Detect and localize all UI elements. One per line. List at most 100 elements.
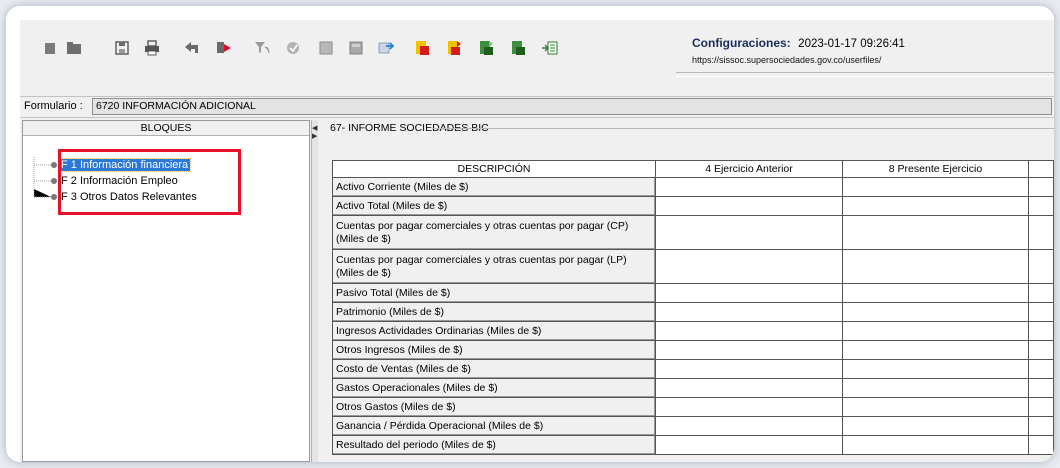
cell-presente-ejercicio[interactable]: [842, 177, 1029, 197]
column-header-descripcion: DESCRIPCIÓN: [332, 160, 656, 178]
row-description: Otros Ingresos (Miles de $): [332, 340, 656, 360]
row-description: Otros Gastos (Miles de $): [332, 397, 656, 417]
cell-spacer: [1028, 283, 1054, 303]
forward-icon[interactable]: [214, 38, 234, 58]
column-header-ejercicio-anterior: 4 Ejercicio Anterior: [655, 160, 843, 178]
table-row: Ingresos Actividades Ordinarias (Miles d…: [332, 321, 1054, 341]
table-row: Resultado del periodo (Miles de $): [332, 435, 1054, 455]
table-icon[interactable]: [346, 38, 366, 58]
config-url: https://sissoc.supersociedades.gov.co/us…: [692, 55, 882, 65]
column-header-spacer: [1028, 160, 1054, 178]
cell-spacer: [1028, 249, 1054, 284]
check-icon[interactable]: [284, 38, 304, 58]
row-description: Ganancia / Pérdida Operacional (Miles de…: [332, 416, 656, 436]
cell-presente-ejercicio[interactable]: [842, 359, 1029, 379]
export-red-icon[interactable]: [412, 38, 432, 58]
table-row: Activo Corriente (Miles de $): [332, 177, 1054, 197]
cell-ejercicio-anterior[interactable]: [655, 215, 843, 250]
toolbar: Configuraciones: 2023-01-17 09:26:41 htt…: [20, 20, 1054, 90]
cell-ejercicio-anterior[interactable]: [655, 249, 843, 284]
cell-spacer: [1028, 416, 1054, 436]
cell-ejercicio-anterior[interactable]: [655, 435, 843, 455]
table-row: Otros Ingresos (Miles de $): [332, 340, 1054, 360]
row-description: Ingresos Actividades Ordinarias (Miles d…: [332, 321, 656, 341]
row-description: Pasivo Total (Miles de $): [332, 283, 656, 303]
row-description: Gastos Operacionales (Miles de $): [332, 378, 656, 398]
cell-ejercicio-anterior[interactable]: [655, 378, 843, 398]
row-description: Resultado del periodo (Miles de $): [332, 435, 656, 455]
node-bullet-icon: [51, 194, 57, 200]
cell-presente-ejercicio[interactable]: [842, 196, 1029, 216]
cell-presente-ejercicio[interactable]: [842, 378, 1029, 398]
import-icon[interactable]: [376, 38, 396, 58]
cell-ejercicio-anterior[interactable]: [655, 177, 843, 197]
row-description: Patrimonio (Miles de $): [332, 302, 656, 322]
cell-presente-ejercicio[interactable]: [842, 302, 1029, 322]
cell-presente-ejercicio[interactable]: [842, 283, 1029, 303]
section-divider: [432, 128, 1054, 129]
cell-presente-ejercicio[interactable]: [842, 397, 1029, 417]
cell-presente-ejercicio[interactable]: [842, 321, 1029, 341]
row-description: Activo Total (Miles de $): [332, 196, 656, 216]
cell-presente-ejercicio[interactable]: [842, 215, 1029, 250]
table-row: Patrimonio (Miles de $): [332, 302, 1054, 322]
config-timestamp: 2023-01-17 09:26:41: [798, 38, 905, 50]
cell-spacer: [1028, 378, 1054, 398]
node-bullet-icon: [51, 162, 57, 168]
cell-ejercicio-anterior[interactable]: [655, 359, 843, 379]
cell-presente-ejercicio[interactable]: [842, 435, 1029, 455]
back-icon[interactable]: [182, 38, 202, 58]
cell-spacer: [1028, 177, 1054, 197]
print-icon[interactable]: [142, 38, 162, 58]
new-icon[interactable]: [40, 38, 60, 58]
formulario-label: Formulario :: [24, 100, 83, 112]
cell-spacer: [1028, 340, 1054, 360]
table-row: Pasivo Total (Miles de $): [332, 283, 1054, 303]
export-red-2-icon[interactable]: [444, 38, 464, 58]
cell-ejercicio-anterior[interactable]: [655, 397, 843, 417]
cell-ejercicio-anterior[interactable]: [655, 340, 843, 360]
filter-icon[interactable]: [252, 38, 272, 58]
table-row: Gastos Operacionales (Miles de $): [332, 378, 1054, 398]
screenshot-frame: Configuraciones: 2023-01-17 09:26:41 htt…: [6, 6, 1054, 462]
cell-spacer: [1028, 302, 1054, 322]
bloques-title: BLOQUES: [23, 121, 309, 136]
cell-ejercicio-anterior[interactable]: [655, 416, 843, 436]
highlight-box: [58, 149, 241, 215]
cell-ejercicio-anterior[interactable]: [655, 196, 843, 216]
cell-spacer: [1028, 397, 1054, 417]
cell-ejercicio-anterior[interactable]: [655, 283, 843, 303]
save-icon[interactable]: [112, 38, 132, 58]
table-row: Cuentas por pagar comerciales y otras cu…: [332, 249, 1054, 284]
cell-ejercicio-anterior[interactable]: [655, 321, 843, 341]
table-row: Ganancia / Pérdida Operacional (Miles de…: [332, 416, 1054, 436]
collapse-arrow-icon[interactable]: ◀ ▶: [312, 124, 317, 140]
cell-spacer: [1028, 196, 1054, 216]
grid-icon[interactable]: [316, 38, 336, 58]
cell-spacer: [1028, 435, 1054, 455]
table-row: Activo Total (Miles de $): [332, 196, 1054, 216]
config-label: Configuraciones:: [692, 36, 791, 50]
table-row: Cuentas por pagar comerciales y otras cu…: [332, 215, 1054, 250]
app-window: Configuraciones: 2023-01-17 09:26:41 htt…: [20, 20, 1054, 462]
cell-presente-ejercicio[interactable]: [842, 249, 1029, 284]
table-row: Otros Gastos (Miles de $): [332, 397, 1054, 417]
table-row: Costo de Ventas (Miles de $): [332, 359, 1054, 379]
formulario-bar: Formulario : 6720 INFORMACIÓN ADICIONAL: [20, 96, 1054, 118]
open-folder-icon[interactable]: [64, 38, 84, 58]
panel-splitter[interactable]: ◀ ▶: [311, 120, 318, 462]
toolbar-separator: [676, 72, 1054, 77]
column-header-presente-ejercicio: 8 Presente Ejercicio: [842, 160, 1029, 178]
row-description: Costo de Ventas (Miles de $): [332, 359, 656, 379]
export-green-icon[interactable]: [476, 38, 496, 58]
cell-presente-ejercicio[interactable]: [842, 340, 1029, 360]
cell-spacer: [1028, 215, 1054, 250]
bloques-panel: BLOQUES F 1 Información financiera F 2 I…: [22, 120, 310, 462]
configuration-info: Configuraciones: 2023-01-17 09:26:41 htt…: [692, 36, 905, 65]
export-green-2-icon[interactable]: [508, 38, 528, 58]
cell-presente-ejercicio[interactable]: [842, 416, 1029, 436]
list-arrow-icon[interactable]: [540, 38, 560, 58]
row-description: Cuentas por pagar comerciales y otras cu…: [332, 215, 656, 250]
cell-ejercicio-anterior[interactable]: [655, 302, 843, 322]
formulario-field[interactable]: 6720 INFORMACIÓN ADICIONAL: [92, 98, 1052, 115]
